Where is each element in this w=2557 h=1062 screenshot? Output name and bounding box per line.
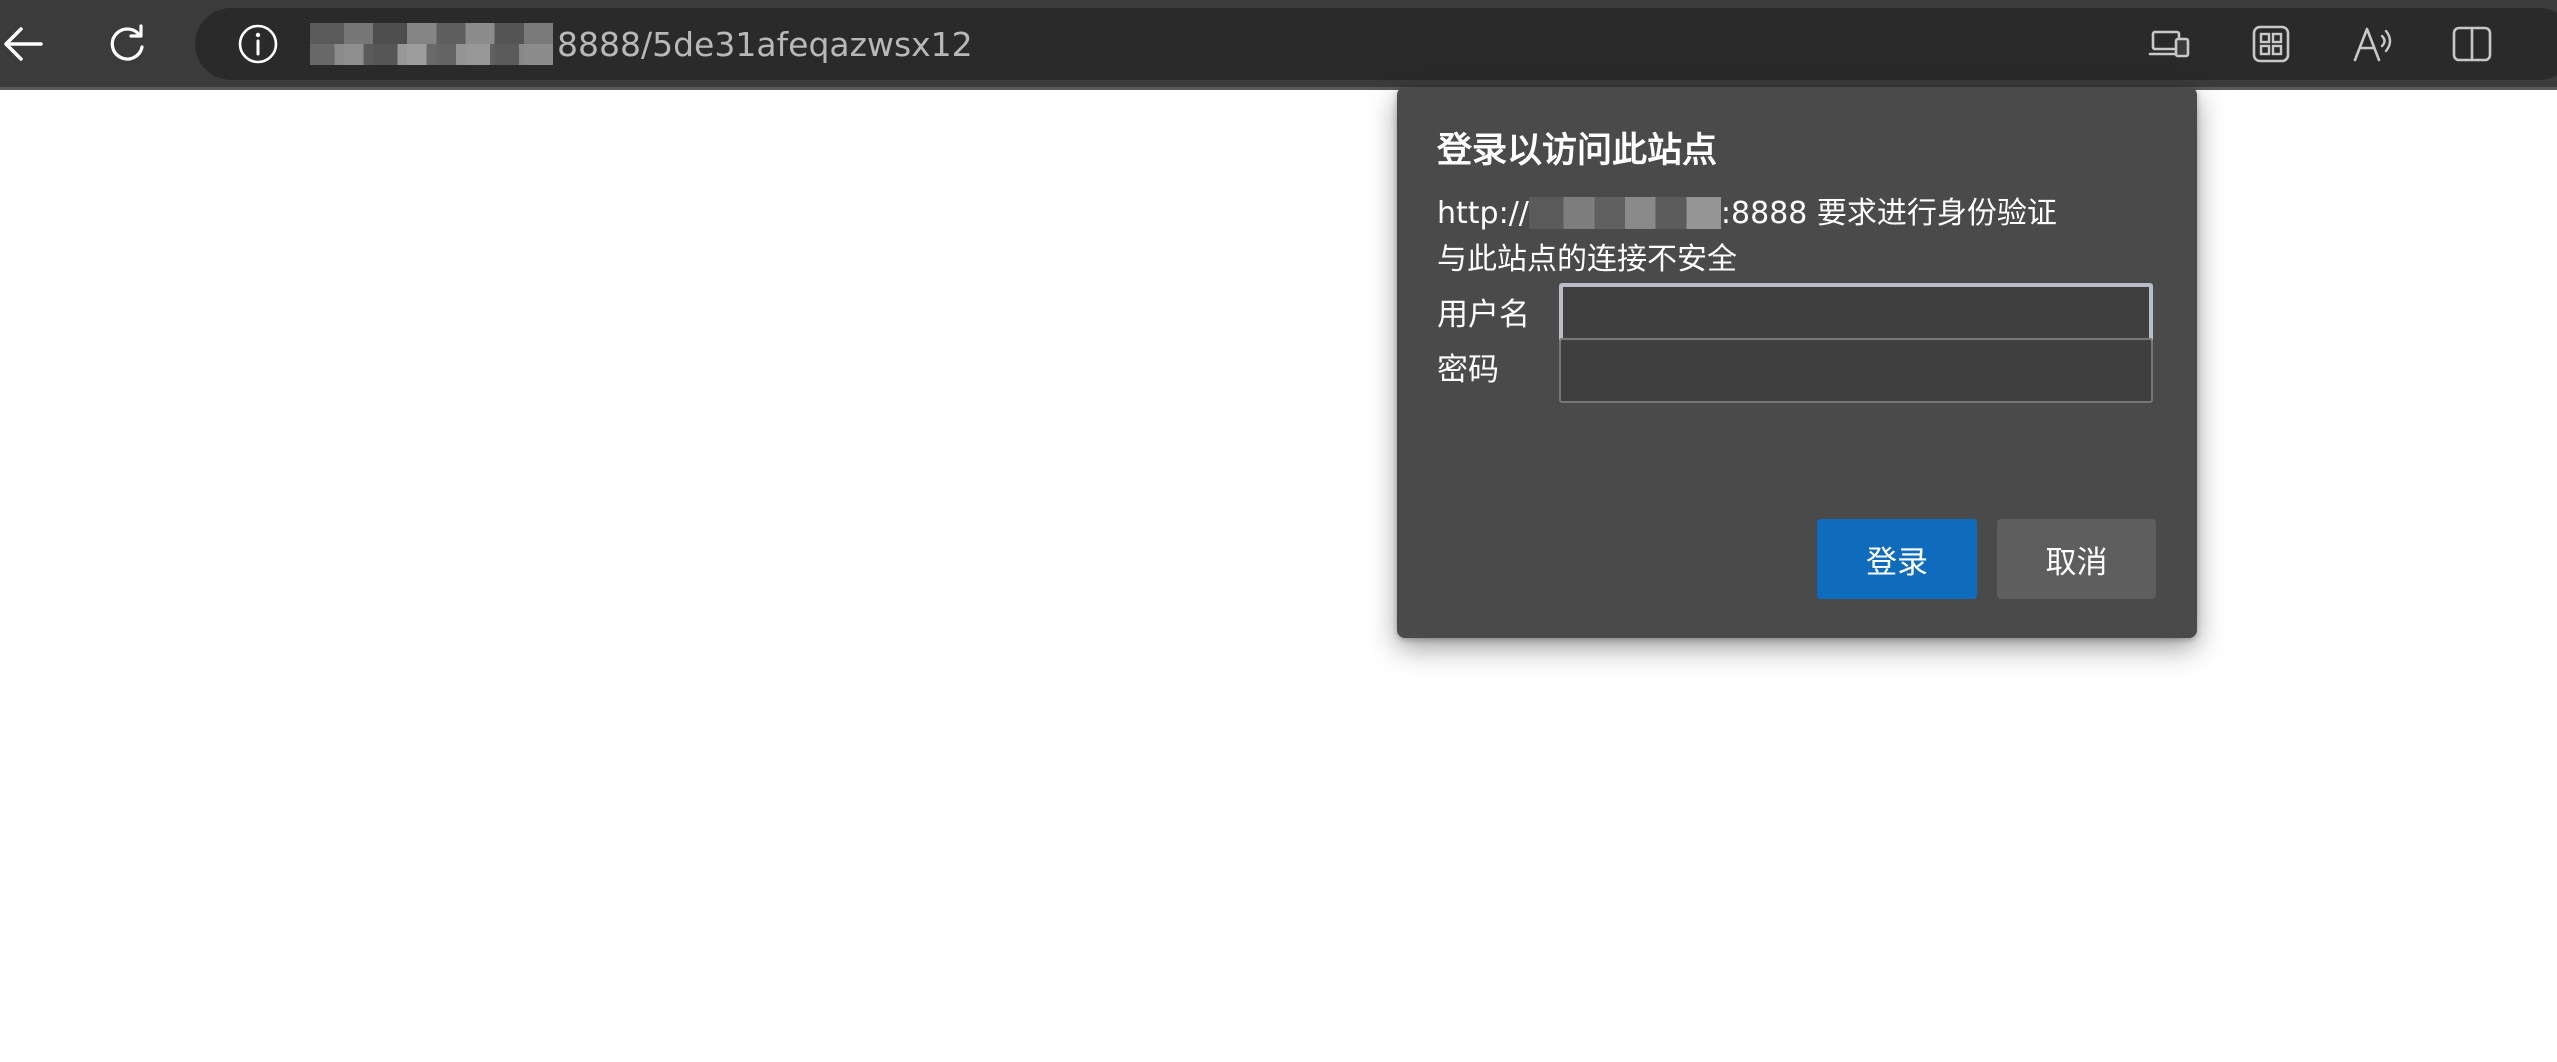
insecure-warning: 与此站点的连接不安全 (1437, 242, 1737, 277)
dialog-title: 登录以访问此站点 (1437, 131, 1718, 171)
password-label: 密码 (1437, 352, 1499, 388)
device-cast-button[interactable] (2141, 15, 2199, 73)
cancel-button[interactable]: 取消 (1997, 519, 2156, 599)
browser-toolbar: 8888/5de31afeqazwsx12 (0, 0, 2557, 90)
auth-message-suffix: :8888 要求进行身份验证 (1720, 196, 2057, 231)
auth-message-prefix: http:// (1437, 196, 1529, 231)
url-redacted-host (310, 23, 553, 65)
auth-message: http:// :8888 要求进行身份验证 (1437, 191, 2057, 237)
apps-button[interactable] (2242, 15, 2300, 73)
back-arrow-icon (4, 27, 43, 61)
device-cast-icon (2148, 30, 2190, 58)
refresh-button[interactable] (98, 15, 156, 73)
login-dialog: 登录以访问此站点 http:// :8888 要求进行身份验证 与此站点的连接不安… (1397, 87, 2197, 638)
split-screen-icon (2452, 26, 2492, 62)
site-info-button[interactable] (237, 23, 279, 65)
apps-icon (2252, 25, 2290, 63)
refresh-icon (110, 24, 144, 61)
read-aloud-icon (2353, 27, 2392, 62)
password-field[interactable] (1559, 338, 2153, 403)
back-button[interactable] (0, 15, 52, 73)
url-text[interactable]: 8888/5de31afeqazwsx12 (557, 24, 973, 66)
login-button[interactable]: 登录 (1817, 519, 1977, 599)
split-screen-button[interactable] (2443, 15, 2501, 73)
info-icon (238, 24, 278, 64)
redacted-host (1528, 197, 1721, 229)
read-aloud-button[interactable] (2344, 15, 2402, 73)
address-bar[interactable]: 8888/5de31afeqazwsx12 (195, 8, 2557, 80)
